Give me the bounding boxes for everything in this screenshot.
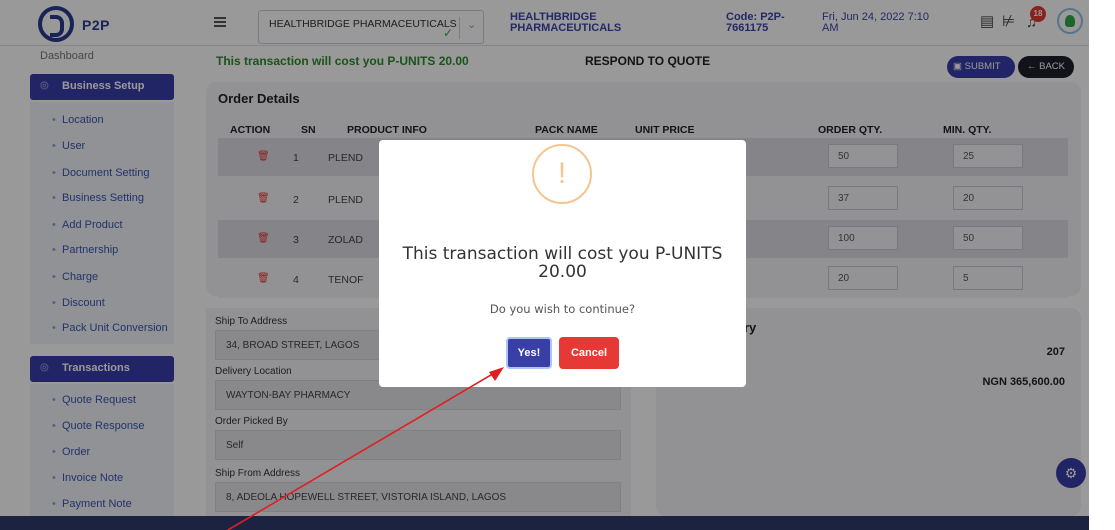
dialog-text: Do you wish to continue? <box>489 302 636 316</box>
confirm-yes-button[interactable]: Yes! <box>506 337 552 369</box>
bottom-bar <box>0 516 1089 530</box>
cancel-button[interactable]: Cancel <box>559 337 619 369</box>
page-margin <box>1089 0 1115 530</box>
exclamation-icon: ! <box>532 144 592 204</box>
confirm-dialog: ! This transaction will cost you P-UNITS… <box>379 140 746 387</box>
dialog-title: This transaction will cost you P-UNITS 2… <box>402 244 723 282</box>
